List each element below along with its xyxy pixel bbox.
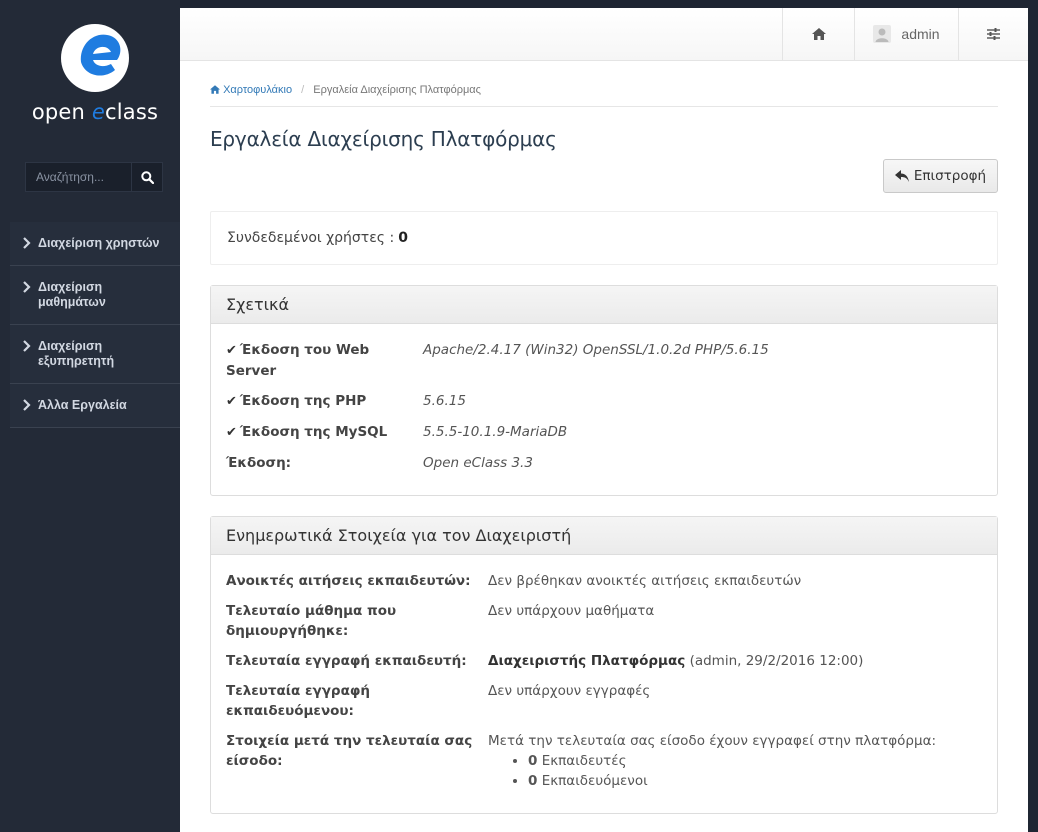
back-button-label: Επιστροφή <box>913 168 987 184</box>
main-panel: admin Χαρτοφυλάκιο / Εργαλεία Διαχείριση… <box>180 8 1028 832</box>
search-button[interactable] <box>131 162 163 192</box>
list-item: 0 Εκπαιδευτές <box>528 751 936 771</box>
back-button[interactable]: Επιστροφή <box>883 159 998 193</box>
info-row-value: Μετά την τελευταία σας είσοδο έχουν εγγρ… <box>488 731 936 791</box>
search-input[interactable] <box>25 162 131 192</box>
sidebar-item-label: Διαχείριση μαθημάτων <box>38 280 106 309</box>
search-icon <box>140 170 154 184</box>
about-panel: Σχετικά ✔ Έκδοση του Web Server Apache/2.… <box>210 285 998 496</box>
breadcrumb-current: Εργαλεία Διαχείρισης Πλατφόρμας <box>313 84 481 96</box>
sidebar-item-other-tools[interactable]: Άλλα Εργαλεία <box>10 384 180 428</box>
online-users-count: 0 <box>398 230 408 246</box>
logo-text-accent: e <box>91 100 106 124</box>
logo-text-prefix: open <box>31 100 92 124</box>
online-users-label: Συνδεδεμένοι χρήστες : <box>227 230 395 246</box>
since-last-login-list: 0 Εκπαιδευτές 0 Εκπαιδευόμενοι <box>528 751 936 791</box>
logo-text: open eclass <box>0 100 190 124</box>
reply-icon <box>894 170 909 182</box>
check-icon: ✔ <box>226 343 237 358</box>
info-row-value: Διαχειριστής Πλατφόρμας (admin, 29/2/201… <box>488 651 863 671</box>
check-icon: ✔ <box>226 394 237 409</box>
chevron-right-icon <box>23 281 31 293</box>
action-bar: Επιστροφή <box>210 159 998 205</box>
list-item-count: 0 <box>528 773 538 789</box>
list-item-label: Εκπαιδευόμενοι <box>537 773 648 789</box>
about-row-key: Έκδοση του Web Server <box>226 342 370 379</box>
about-row-value: 5.5.5-10.1.9-MariaDB <box>423 424 568 440</box>
info-row-key: Ανοικτές αιτήσεις εκπαιδευτών: <box>226 573 471 589</box>
sidebar-item-users[interactable]: Διαχείριση χρηστών <box>10 222 180 266</box>
about-row: ✔ Έκδοση της MySQL 5.5.5-10.1.9-MariaDB <box>226 422 982 443</box>
home-icon <box>210 85 220 94</box>
home-button[interactable] <box>782 8 854 60</box>
info-row-key: Τελευταία εγγραφή εκπαιδευόμενου: <box>226 683 371 719</box>
info-row-value: Δεν υπάρχουν εγγραφές <box>488 683 651 699</box>
online-users: Συνδεδεμένοι χρήστες : 0 <box>210 211 998 265</box>
chevron-right-icon <box>23 237 31 249</box>
about-row-key: Έκδοση της MySQL <box>239 424 388 440</box>
logo-text-suffix: class <box>105 100 159 124</box>
about-panel-title: Σχετικά <box>211 286 997 324</box>
info-row: Ανοικτές αιτήσεις εκπαιδευτών: Δεν βρέθη… <box>226 571 982 591</box>
sidebar-item-server[interactable]: Διαχείριση εξυπηρετητή <box>10 325 180 384</box>
breadcrumb-separator: / <box>301 84 305 96</box>
info-row-key: Στοιχεία μετά την τελευταία σας είσοδο: <box>226 733 473 769</box>
sidebar-item-label: Διαχείριση χρηστών <box>38 236 160 250</box>
chevron-right-icon <box>23 399 31 411</box>
breadcrumb: Χαρτοφυλάκιο / Εργαλεία Διαχείρισης Πλατ… <box>210 61 998 107</box>
last-instructor-name: Διαχειριστής Πλατφόρμας <box>488 653 686 669</box>
sidebar-search <box>25 162 163 192</box>
settings-icon <box>987 28 1000 40</box>
sidebar: open eclass Διαχείριση χρηστών Διαχείρισ… <box>0 0 180 832</box>
info-row: Τελευταία εγγραφή εκπαιδευόμενου: Δεν υπ… <box>226 681 982 721</box>
logo-icon <box>61 24 129 92</box>
page-title: Εργαλεία Διαχείρισης Πλατφόρμας <box>210 127 557 151</box>
admin-info-panel: Ενημερωτικά Στοιχεία για τον Διαχειριστή… <box>210 516 998 814</box>
user-name: admin <box>901 26 940 42</box>
user-menu[interactable]: admin <box>854 8 958 60</box>
list-item-count: 0 <box>528 753 538 769</box>
info-row-key: Τελευταίο μάθημα που δημιουργήθηκε: <box>226 603 397 639</box>
since-last-login-text: Μετά την τελευταία σας είσοδο έχουν εγγρ… <box>488 733 937 749</box>
info-row: Στοιχεία μετά την τελευταία σας είσοδο: … <box>226 731 982 791</box>
settings-button[interactable] <box>958 8 1028 60</box>
about-row: ✔ Έκδοση του Web Server Apache/2.4.17 (Wi… <box>226 340 982 381</box>
info-row-value: Δεν βρέθηκαν ανοικτές αιτήσεις εκπαιδευτ… <box>488 573 802 589</box>
breadcrumb-home-label: Χαρτοφυλάκιο <box>223 84 293 96</box>
sidebar-item-courses[interactable]: Διαχείριση μαθημάτων <box>10 266 180 325</box>
content: Χαρτοφυλάκιο / Εργαλεία Διαχείρισης Πλατ… <box>210 61 998 814</box>
list-item-label: Εκπαιδευτές <box>537 753 627 769</box>
topbar: admin <box>180 8 1028 61</box>
info-row: Τελευταία εγγραφή εκπαιδευτή: Διαχειριστ… <box>226 651 982 671</box>
about-row: Έκδοση: Open eClass 3.3 <box>226 453 982 473</box>
list-item: 0 Εκπαιδευόμενοι <box>528 771 936 791</box>
about-row-value: Open eClass 3.3 <box>423 455 533 471</box>
home-icon <box>811 28 826 40</box>
sidebar-item-label: Άλλα Εργαλεία <box>38 398 127 412</box>
sidebar-menu: Διαχείριση χρηστών Διαχείριση μαθημάτων … <box>10 222 180 428</box>
about-row-key: Έκδοση της PHP <box>239 393 367 409</box>
last-instructor-details: (admin, 29/2/2016 12:00) <box>685 653 864 669</box>
info-row-value: Δεν υπάρχουν μαθήματα <box>488 603 655 619</box>
breadcrumb-home[interactable]: Χαρτοφυλάκιο <box>210 84 295 96</box>
chevron-right-icon <box>23 340 31 352</box>
about-row-value: 5.6.15 <box>423 393 466 409</box>
about-row: ✔ Έκδοση της PHP 5.6.15 <box>226 391 982 412</box>
admin-info-panel-title: Ενημερωτικά Στοιχεία για τον Διαχειριστή <box>211 517 997 555</box>
info-row: Τελευταίο μάθημα που δημιουργήθηκε: Δεν … <box>226 601 982 641</box>
about-row-key: Έκδοση: <box>226 455 292 471</box>
logo[interactable]: open eclass <box>0 22 190 124</box>
info-row-key: Τελευταία εγγραφή εκπαιδευτή: <box>226 653 467 669</box>
about-row-value: Apache/2.4.17 (Win32) OpenSSL/1.0.2d PHP… <box>423 342 769 358</box>
user-icon <box>873 25 892 43</box>
sidebar-item-label: Διαχείριση εξυπηρετητή <box>38 339 115 368</box>
check-icon: ✔ <box>226 425 237 440</box>
